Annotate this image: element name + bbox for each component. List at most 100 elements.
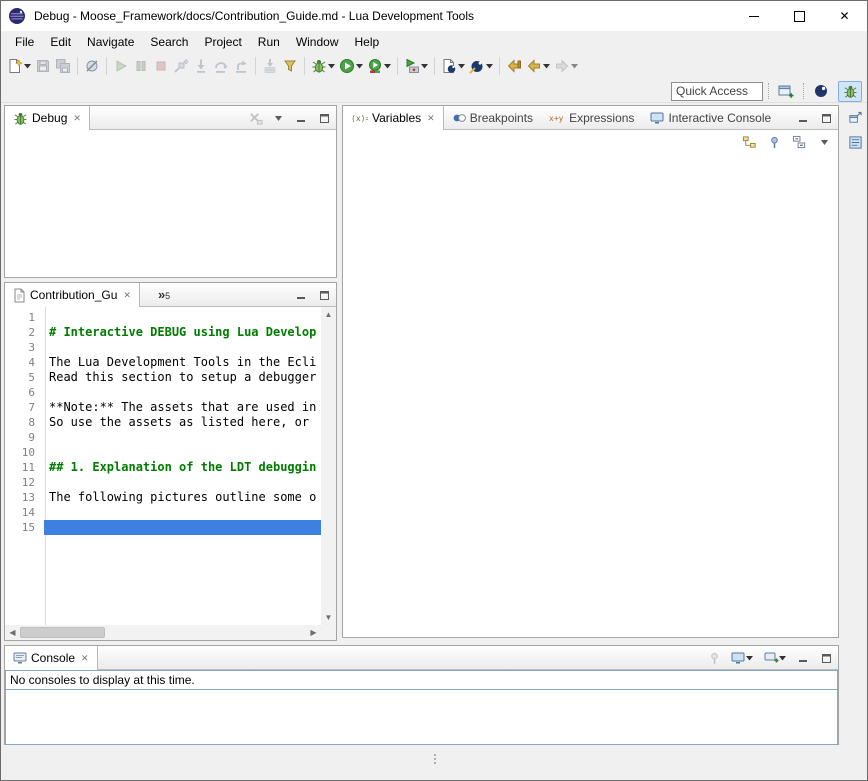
new-lua-file-button[interactable] xyxy=(439,55,467,77)
save-all-button[interactable] xyxy=(53,55,73,77)
dropdown-arrow-icon[interactable] xyxy=(24,64,31,69)
drag-handle-icon[interactable] xyxy=(434,754,436,756)
view-menu-button[interactable] xyxy=(816,134,832,150)
scrollbar-thumb[interactable] xyxy=(20,627,105,638)
close-icon[interactable]: ✕ xyxy=(427,113,435,124)
tab-variables[interactable]: (x)= Variables ✕ xyxy=(343,106,444,130)
minimize-view-button[interactable] xyxy=(293,287,309,303)
close-button[interactable]: ✕ xyxy=(822,1,867,31)
tab-console[interactable]: Console ✕ xyxy=(5,646,98,670)
dropdown-arrow-icon[interactable] xyxy=(543,64,550,69)
debug-view-body[interactable] xyxy=(5,130,336,277)
menu-item[interactable]: Edit xyxy=(42,32,79,52)
menu-item[interactable]: Help xyxy=(347,32,388,52)
step-over-button[interactable] xyxy=(211,55,231,77)
back-button[interactable] xyxy=(524,55,552,77)
open-console-button[interactable] xyxy=(762,650,788,666)
dropdown-arrow-icon[interactable] xyxy=(571,64,578,69)
scroll-left-icon[interactable]: ◀ xyxy=(5,625,20,640)
step-into-button[interactable] xyxy=(191,55,211,77)
minimize-view-button[interactable] xyxy=(293,110,309,126)
step-return-button[interactable] xyxy=(231,55,251,77)
svg-text:x+y: x+y xyxy=(549,114,564,123)
view-menu-button[interactable] xyxy=(270,110,286,126)
debug-icon xyxy=(311,58,327,74)
use-step-filters-button[interactable] xyxy=(280,55,300,77)
resume-button[interactable] xyxy=(111,55,131,77)
minimize-view-button[interactable] xyxy=(795,650,811,666)
dropdown-arrow-icon[interactable] xyxy=(779,656,786,661)
editor-code-area[interactable]: 1 2 # Interactive DEBUG using Lua Develo… xyxy=(5,310,321,625)
editor-horizontal-scrollbar[interactable]: ◀ ▶ xyxy=(5,625,321,640)
forward-button[interactable] xyxy=(552,55,580,77)
save-button[interactable] xyxy=(33,55,53,77)
lua-attach-button[interactable] xyxy=(467,55,495,77)
code-line: 5 Read this section to setup a debugger xyxy=(5,370,321,385)
dropdown-arrow-icon[interactable] xyxy=(356,64,363,69)
script-perspective-button[interactable] xyxy=(809,81,833,102)
minimize-view-button[interactable] xyxy=(795,110,811,126)
coverage-button[interactable] xyxy=(365,55,393,77)
external-tools-button[interactable] xyxy=(402,55,430,77)
maximize-view-button[interactable] xyxy=(818,110,834,126)
minimize-button[interactable] xyxy=(732,1,777,31)
tab-debug[interactable]: Debug ✕ xyxy=(5,106,90,130)
maximize-view-button[interactable] xyxy=(316,110,332,126)
editor-vertical-scrollbar[interactable]: ▲ ▼ xyxy=(321,307,336,625)
variables-body[interactable] xyxy=(343,154,838,637)
dropdown-arrow-icon[interactable] xyxy=(746,656,753,661)
show-logical-structure-button[interactable] xyxy=(741,134,757,150)
tab-breakpoints[interactable]: Breakpoints xyxy=(444,106,541,130)
close-icon[interactable]: ✕ xyxy=(123,290,131,301)
minimized-view-stack-button[interactable] xyxy=(847,134,863,150)
suspend-button[interactable] xyxy=(131,55,151,77)
skip-all-breakpoints-button[interactable] xyxy=(82,55,102,77)
tab-interactive-console[interactable]: Interactive Console xyxy=(642,106,779,130)
close-icon[interactable]: ✕ xyxy=(73,113,81,124)
editor-toolbar xyxy=(293,283,332,307)
scroll-up-icon[interactable]: ▲ xyxy=(321,307,336,322)
restore-minimized-views-button[interactable] xyxy=(847,110,863,126)
tab-expressions[interactable]: x+y Expressions xyxy=(541,106,642,130)
terminate-icon xyxy=(153,58,169,74)
drop-to-frame-button[interactable] xyxy=(260,55,280,77)
terminate-button[interactable] xyxy=(151,55,171,77)
menu-item[interactable]: File xyxy=(7,32,42,52)
disconnect-button[interactable] xyxy=(171,55,191,77)
quick-access-input[interactable] xyxy=(671,82,763,101)
remove-terminated-button[interactable] xyxy=(247,110,263,126)
debug-perspective-button[interactable] xyxy=(838,81,862,102)
maximize-button[interactable] xyxy=(777,1,822,31)
close-icon[interactable]: ✕ xyxy=(81,653,89,664)
menu-item[interactable]: Window xyxy=(288,32,347,52)
dropdown-arrow-icon[interactable] xyxy=(384,64,391,69)
pin-console-button[interactable] xyxy=(706,650,722,666)
code-line: 3 xyxy=(5,340,321,355)
maximize-view-button[interactable] xyxy=(316,287,332,303)
new-button[interactable] xyxy=(5,55,33,77)
debug-view-tabrow: Debug ✕ xyxy=(5,106,336,130)
maximize-view-button[interactable] xyxy=(818,650,834,666)
dropdown-arrow-icon[interactable] xyxy=(421,64,428,69)
last-edit-location-button[interactable] xyxy=(504,55,524,77)
open-perspective-button[interactable] xyxy=(774,81,798,102)
debug-button[interactable] xyxy=(309,55,337,77)
scroll-right-icon[interactable]: ▶ xyxy=(306,625,321,640)
dropdown-arrow-icon[interactable] xyxy=(486,64,493,69)
run-button[interactable] xyxy=(337,55,365,77)
editor-tab-overflow-button[interactable]: »5 xyxy=(158,289,170,301)
scroll-down-icon[interactable]: ▼ xyxy=(321,610,336,625)
console-page[interactable]: No consoles to display at this time. xyxy=(5,670,838,745)
display-selected-console-button[interactable] xyxy=(729,650,755,666)
collapse-all-button[interactable] xyxy=(791,134,807,150)
dropdown-arrow-icon[interactable] xyxy=(328,64,335,69)
menu-item[interactable]: Run xyxy=(250,32,288,52)
tab-contribution-guide[interactable]: Contribution_Gu ✕ xyxy=(5,283,140,307)
pin-view-button[interactable] xyxy=(766,134,782,150)
toolbar-separator xyxy=(106,57,107,75)
menu-item[interactable]: Search xyxy=(142,32,196,52)
dropdown-arrow-icon[interactable] xyxy=(458,64,465,69)
menu-item[interactable]: Project xyxy=(196,32,249,52)
code-text xyxy=(44,340,321,355)
menu-item[interactable]: Navigate xyxy=(79,32,142,52)
